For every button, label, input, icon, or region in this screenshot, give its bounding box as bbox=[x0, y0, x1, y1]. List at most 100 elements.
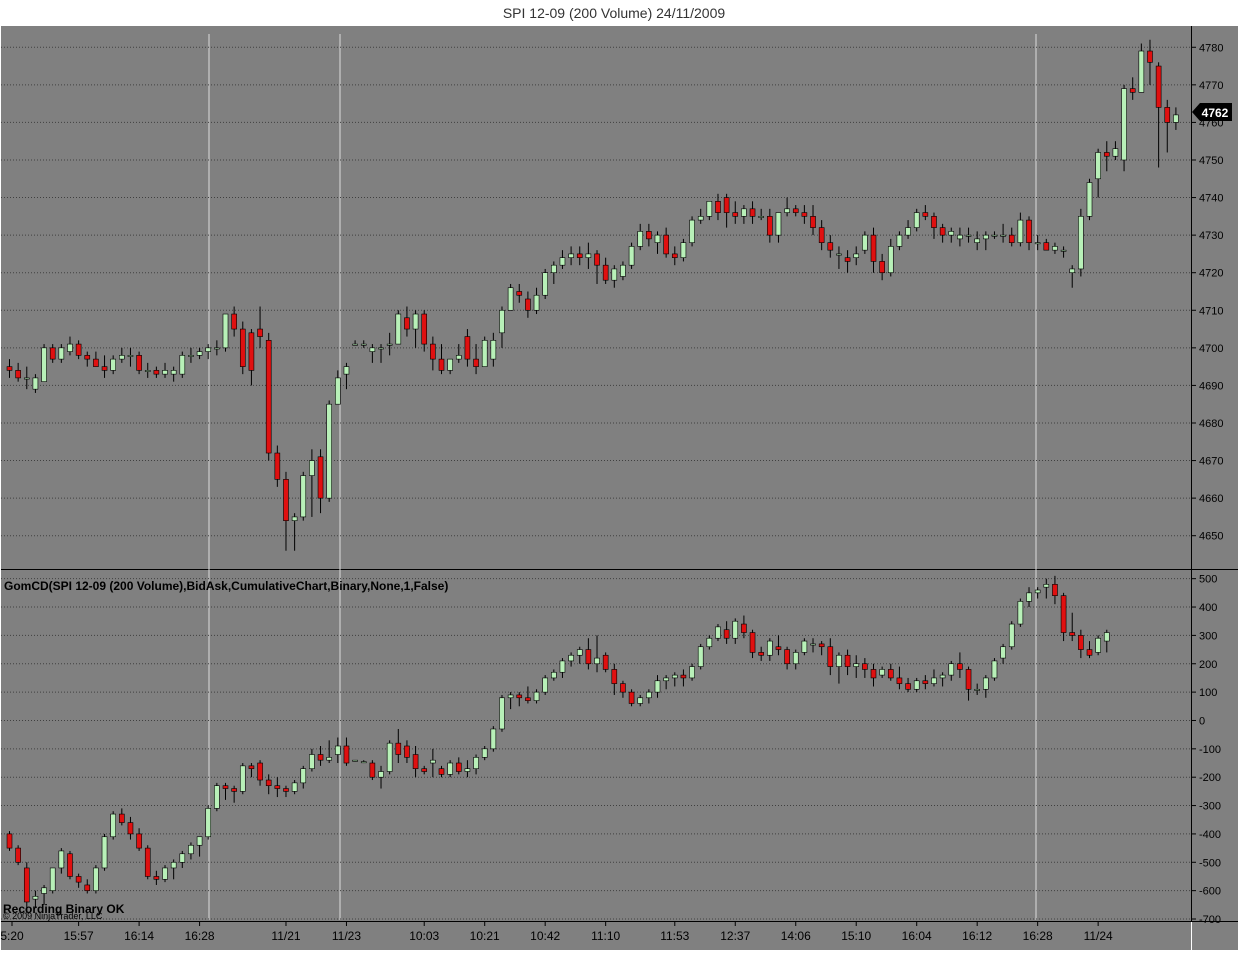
candle-body bbox=[931, 216, 937, 228]
candle-body bbox=[965, 669, 972, 690]
candle-body bbox=[767, 216, 773, 236]
candle-body bbox=[991, 234, 998, 237]
candle-body bbox=[775, 646, 782, 650]
candle-body bbox=[93, 358, 99, 367]
candle-body bbox=[239, 328, 246, 367]
candle-body bbox=[352, 343, 358, 346]
candle-body bbox=[939, 227, 946, 236]
candle-body bbox=[611, 268, 618, 281]
chart-canvas: SPI 12-09 (200 Volume) 24/11/2009 4780 47… bbox=[0, 5, 1238, 950]
candle-body bbox=[1008, 623, 1015, 648]
candle-body bbox=[551, 264, 557, 273]
candle-body bbox=[844, 654, 851, 667]
y-tick-label: 4750 bbox=[1199, 155, 1223, 167]
candle-body bbox=[594, 657, 600, 665]
candle-body bbox=[620, 264, 626, 277]
candle-body bbox=[110, 358, 116, 371]
candle-body bbox=[378, 771, 384, 778]
candle-body bbox=[758, 216, 764, 218]
candle-body bbox=[214, 785, 220, 809]
candle-body bbox=[49, 347, 56, 360]
candle-body bbox=[188, 355, 194, 357]
candle-body bbox=[611, 669, 618, 684]
candle-body bbox=[395, 742, 402, 755]
candle-body bbox=[499, 309, 505, 334]
x-tick-label: 11:10 bbox=[591, 929, 620, 943]
candle-body bbox=[663, 234, 669, 255]
candle-body bbox=[818, 227, 825, 243]
y-tick-label: 4730 bbox=[1199, 230, 1223, 242]
candle-body bbox=[697, 646, 704, 667]
candle-body bbox=[559, 660, 566, 673]
candle-body bbox=[913, 212, 920, 228]
candle-body bbox=[1173, 114, 1179, 123]
candle-body bbox=[905, 683, 911, 690]
candle-body bbox=[1060, 249, 1067, 252]
candle-body bbox=[447, 762, 453, 775]
candle-body bbox=[265, 779, 272, 787]
candle-body bbox=[689, 666, 695, 679]
candle-body bbox=[499, 697, 505, 730]
candle-body bbox=[775, 212, 782, 236]
candle-body bbox=[231, 788, 237, 792]
candle-body bbox=[542, 272, 548, 296]
y-tick-label: 4700 bbox=[1199, 343, 1223, 355]
candle-body bbox=[127, 355, 134, 357]
candle-body bbox=[412, 313, 419, 330]
candle-body bbox=[1026, 219, 1032, 243]
candle-body bbox=[248, 765, 255, 769]
candle-body bbox=[957, 234, 963, 240]
y-tick-label: 4660 bbox=[1199, 493, 1223, 505]
candle-body bbox=[715, 201, 721, 213]
candle-body bbox=[749, 208, 756, 217]
candle-body bbox=[335, 745, 341, 755]
candle-body bbox=[810, 643, 816, 646]
candle-body bbox=[23, 867, 30, 903]
candle-body bbox=[481, 748, 488, 758]
candle-body bbox=[784, 649, 790, 665]
candle-body bbox=[1147, 50, 1153, 63]
candle-body bbox=[335, 377, 341, 405]
candle-body bbox=[1060, 595, 1067, 633]
y-tick-label: 4670 bbox=[1199, 456, 1223, 468]
candle-body bbox=[395, 313, 402, 345]
candle-body bbox=[84, 355, 91, 360]
y-tick-label: -200 bbox=[1199, 772, 1221, 784]
indicator-panel[interactable] bbox=[1, 570, 1191, 921]
candle-body bbox=[274, 785, 281, 789]
candle-body bbox=[1034, 242, 1041, 245]
candle-body bbox=[430, 759, 436, 764]
candle-body bbox=[257, 762, 263, 781]
candle-body bbox=[170, 861, 177, 869]
candle-body bbox=[257, 328, 263, 337]
x-tick-label: 10:03 bbox=[409, 929, 439, 943]
candle-body bbox=[732, 620, 739, 639]
candle-body bbox=[818, 643, 825, 648]
candle-body bbox=[490, 340, 497, 360]
price-panel[interactable] bbox=[1, 26, 1191, 569]
candle-body bbox=[896, 677, 903, 684]
candle-body bbox=[447, 358, 453, 371]
y-tick-label: -300 bbox=[1199, 801, 1221, 813]
candle-body bbox=[67, 853, 73, 877]
candle-body bbox=[896, 234, 903, 247]
candle-body bbox=[58, 347, 65, 360]
candle-body bbox=[119, 813, 125, 823]
candle-body bbox=[654, 680, 661, 693]
candle-body bbox=[948, 231, 955, 236]
candle-body bbox=[723, 197, 730, 213]
candle-body bbox=[1164, 107, 1171, 123]
candle-body bbox=[1138, 50, 1145, 93]
candle-body bbox=[144, 370, 151, 372]
candle-body bbox=[663, 677, 669, 682]
candle-body bbox=[801, 640, 808, 653]
candle-body bbox=[153, 876, 160, 880]
candle-body bbox=[473, 358, 479, 367]
candle-body bbox=[1095, 637, 1101, 653]
candle-body bbox=[386, 742, 393, 772]
candle-body bbox=[291, 782, 298, 792]
x-tick-label: 10:42 bbox=[530, 929, 560, 943]
candle-body bbox=[352, 759, 358, 762]
candle-body bbox=[576, 649, 583, 656]
candle-body bbox=[1052, 246, 1058, 251]
